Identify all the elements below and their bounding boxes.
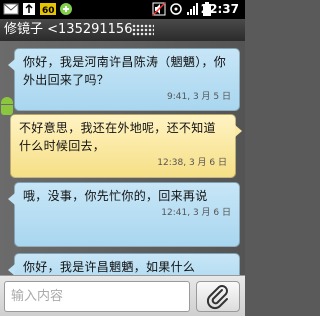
conversation-title-bar: 修镜子 <135291156 bbox=[0, 19, 245, 41]
status-bar: 60 22:37 bbox=[0, 0, 245, 19]
conversation-list[interactable]: 你好，我是河南许昌陈涛（魍魉），你外出回来了吗？ 9:41, 3 月 5 日 不… bbox=[0, 41, 245, 275]
message-timestamp: 12:38, 3 月 6 日 bbox=[157, 158, 227, 168]
android-notification-icon bbox=[60, 3, 72, 15]
gps-icon bbox=[170, 3, 182, 15]
message-timestamp: 9:41, 3 月 5 日 bbox=[167, 92, 231, 102]
attach-button[interactable] bbox=[196, 281, 240, 312]
battery-60-icon: 60 bbox=[40, 3, 56, 16]
message-bubble-incoming[interactable]: 你好，我是许昌魍魉，如果什么 bbox=[8, 253, 240, 275]
redaction-mark bbox=[132, 23, 155, 36]
svg-text:60: 60 bbox=[42, 6, 55, 16]
email-icon bbox=[3, 3, 19, 15]
message-text: 哦，没事，你先忙你的，回来再说 bbox=[23, 189, 208, 203]
contact-title: 修镜子 <135291156 bbox=[4, 22, 133, 37]
message-text: 你好，我是河南许昌陈涛（魍魉），你外出回来了吗？ bbox=[23, 55, 227, 87]
message-bubble-outgoing[interactable]: 不好意思，我还在外地呢，还不知道什么时候回去， 12:38, 3 月 6 日 bbox=[10, 114, 242, 178]
mute-icon bbox=[152, 2, 166, 16]
message-text: 不好意思，我还在外地呢，还不知道什么时候回去， bbox=[19, 121, 216, 153]
usb-icon bbox=[23, 3, 35, 15]
signal-icon bbox=[187, 3, 198, 15]
message-bubble-incoming[interactable]: 哦，没事，你先忙你的，回来再说 12:41, 3 月 6 日 bbox=[8, 182, 240, 247]
message-input[interactable] bbox=[4, 281, 190, 312]
paperclip-icon bbox=[206, 285, 228, 310]
message-bubble-incoming[interactable]: 你好，我是河南许昌陈涛（魍魉），你外出回来了吗？ 9:41, 3 月 5 日 bbox=[8, 48, 240, 111]
message-timestamp: 12:41, 3 月 6 日 bbox=[161, 208, 231, 218]
compose-bar bbox=[0, 275, 245, 316]
clock: 22:37 bbox=[200, 2, 239, 16]
message-text: 你好，我是许昌魍魉，如果什么 bbox=[23, 260, 196, 274]
